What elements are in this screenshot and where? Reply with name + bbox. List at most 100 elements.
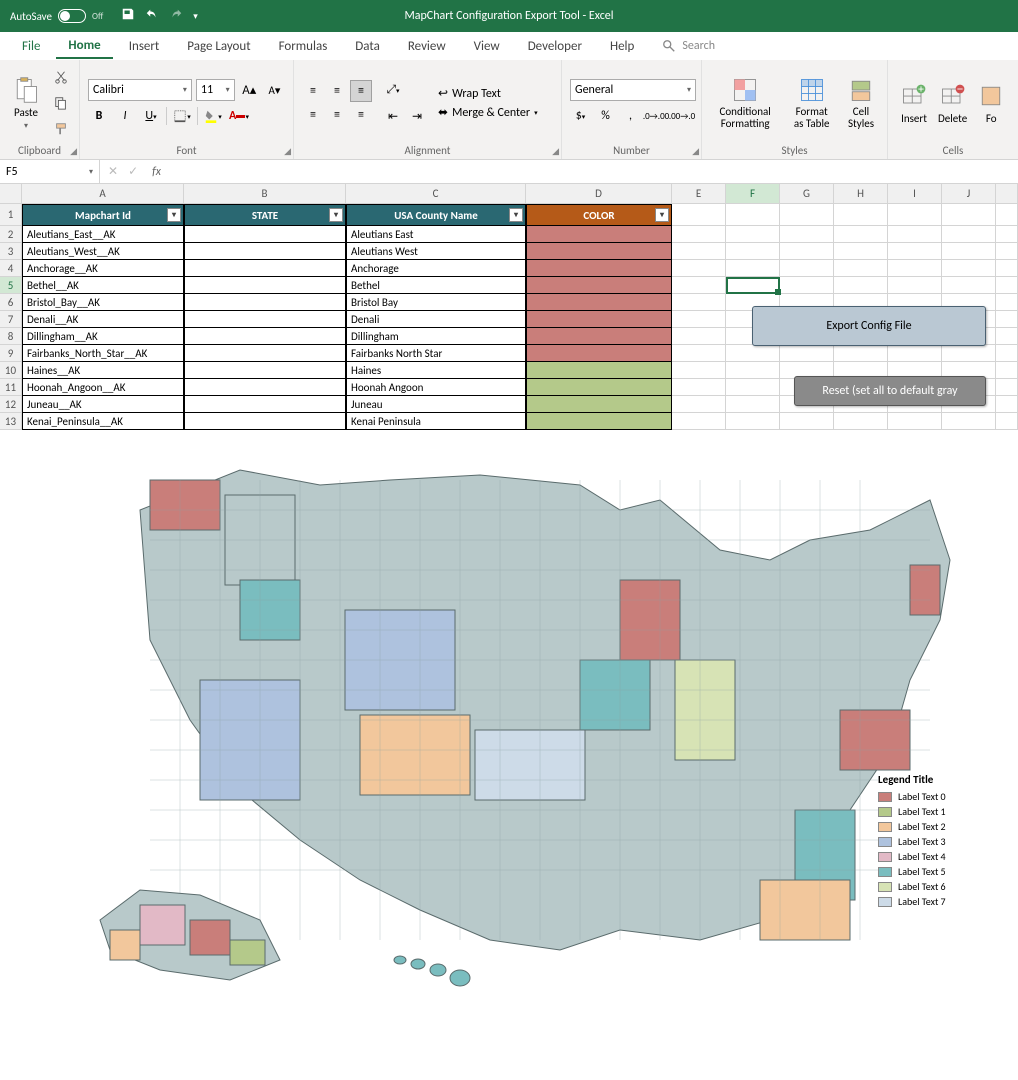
table-header-id[interactable]: Mapchart Id▾ [22,204,184,226]
cell[interactable] [888,345,942,362]
format-as-table-button[interactable]: Format as Table [786,74,837,132]
bold-icon[interactable]: B [88,105,110,127]
cell-state[interactable] [184,328,346,345]
reset-button[interactable]: Reset (set all to default gray [794,376,986,406]
cell-id[interactable]: Kenai_Peninsula__AK [22,413,184,430]
cell-id[interactable]: Fairbanks_North_Star__AK [22,345,184,362]
cell-county[interactable]: Denali [346,311,526,328]
decrease-font-size-icon[interactable]: A▾ [264,79,285,101]
redo-icon[interactable] [169,7,183,25]
cell-state[interactable] [184,311,346,328]
cell-id[interactable]: Aleutians_East__AK [22,226,184,243]
cell[interactable] [996,277,1018,294]
col-header-I[interactable]: I [888,184,942,203]
align-left-icon[interactable]: ≡ [302,104,324,126]
cell-color[interactable] [526,311,672,328]
cell[interactable] [672,226,726,243]
font-color-icon[interactable]: A▾ [228,105,250,127]
cell-id[interactable]: Haines__AK [22,362,184,379]
col-header-K[interactable] [996,184,1018,203]
cell[interactable] [834,204,888,226]
cell-color[interactable] [526,260,672,277]
save-icon[interactable] [121,7,135,25]
cell[interactable] [726,413,780,430]
col-header-C[interactable]: C [346,184,526,203]
row-header-1[interactable]: 1 [0,204,22,226]
cell[interactable] [942,226,996,243]
name-box[interactable]: F5▾ [0,160,100,183]
cell-id[interactable]: Dillingham__AK [22,328,184,345]
align-top-icon[interactable]: ≡ [302,80,324,102]
font-dialog-launcher-icon[interactable]: ◢ [284,146,291,157]
filter-button-icon[interactable]: ▾ [167,208,181,222]
cell-state[interactable] [184,277,346,294]
row-header-5[interactable]: 5 [0,277,22,294]
cell-color[interactable] [526,277,672,294]
cell-county[interactable]: Bethel [346,277,526,294]
cell-county[interactable]: Fairbanks North Star [346,345,526,362]
row-header-4[interactable]: 4 [0,260,22,277]
cell-county[interactable]: Juneau [346,396,526,413]
col-header-J[interactable]: J [942,184,996,203]
cell[interactable] [672,328,726,345]
number-dialog-launcher-icon[interactable]: ◢ [692,146,699,157]
cell[interactable] [888,204,942,226]
cancel-formula-icon[interactable]: ✕ [108,164,118,179]
col-header-G[interactable]: G [780,184,834,203]
orientation-icon[interactable]: ⤢▾ [382,79,404,101]
col-header-A[interactable]: A [22,184,184,203]
tell-me-search[interactable]: Search [662,39,715,53]
alignment-dialog-launcher-icon[interactable]: ◢ [552,146,559,157]
table-header-color[interactable]: COLOR▾ [526,204,672,226]
cell-color[interactable] [526,362,672,379]
cell[interactable] [780,345,834,362]
col-header-E[interactable]: E [672,184,726,203]
insert-cells-button[interactable]: Insert [896,80,932,127]
cell[interactable] [834,226,888,243]
cell-color[interactable] [526,379,672,396]
tab-view[interactable]: View [462,35,512,58]
cell[interactable] [996,311,1018,328]
cell-id[interactable]: Anchorage__AK [22,260,184,277]
cell[interactable] [888,226,942,243]
row-header-8[interactable]: 8 [0,328,22,345]
row-header-10[interactable]: 10 [0,362,22,379]
cell-color[interactable] [526,396,672,413]
enter-formula-icon[interactable]: ✓ [128,164,138,179]
cell[interactable] [726,277,780,294]
cell-state[interactable] [184,243,346,260]
borders-icon[interactable]: ▾ [171,105,193,127]
cell-state[interactable] [184,379,346,396]
cell[interactable] [888,413,942,430]
row-header-6[interactable]: 6 [0,294,22,311]
cell[interactable] [726,260,780,277]
filter-button-icon[interactable]: ▾ [329,208,343,222]
cell-color[interactable] [526,413,672,430]
cell[interactable] [996,260,1018,277]
cell-id[interactable]: Bethel__AK [22,277,184,294]
qat-customize-icon[interactable]: ▾ [193,11,198,22]
cell[interactable] [996,226,1018,243]
filter-button-icon[interactable]: ▾ [509,208,523,222]
cell[interactable] [942,413,996,430]
conditional-formatting-button[interactable]: Conditional Formatting [710,74,780,132]
tab-home[interactable]: Home [56,34,112,59]
cell[interactable] [780,204,834,226]
cell[interactable] [672,243,726,260]
decrease-decimal-icon[interactable]: .00→.0 [671,105,693,127]
cell-state[interactable] [184,413,346,430]
font-name-combo[interactable]: Calibri▾ [88,79,192,101]
cell[interactable] [942,204,996,226]
cell[interactable] [726,362,780,379]
cell[interactable] [672,379,726,396]
row-header-3[interactable]: 3 [0,243,22,260]
cell[interactable] [672,396,726,413]
merge-center-button[interactable]: ⬌Merge & Center▾ [438,105,538,120]
cell-county[interactable]: Bristol Bay [346,294,526,311]
cell-state[interactable] [184,345,346,362]
decrease-indent-icon[interactable]: ⇤ [382,105,404,127]
delete-cells-button[interactable]: Delete [934,80,971,127]
row-header-12[interactable]: 12 [0,396,22,413]
fx-icon[interactable]: fx [152,165,161,179]
cell-county[interactable]: Anchorage [346,260,526,277]
